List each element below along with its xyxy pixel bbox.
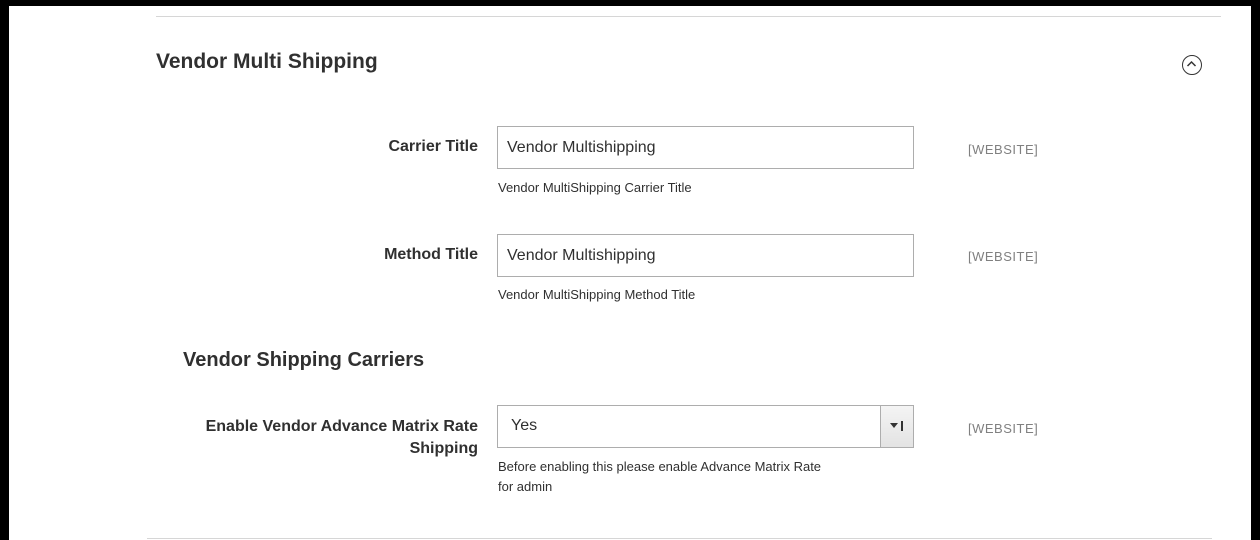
dropdown-arrow-icon[interactable] <box>880 406 913 447</box>
top-divider <box>156 16 1221 17</box>
carrier-title-input[interactable] <box>497 126 914 169</box>
method-title-scope: [WEBSITE] <box>968 249 1039 264</box>
advance-matrix-label: Enable Vendor Advance Matrix Rate Shippi… <box>206 416 478 460</box>
bottom-divider <box>147 538 1212 539</box>
advance-matrix-label-line1: Enable Vendor Advance Matrix Rate <box>205 418 478 435</box>
method-title-input[interactable] <box>497 234 914 277</box>
section-title[interactable]: Vendor Multi Shipping <box>156 50 378 74</box>
advance-matrix-select[interactable]: Yes <box>497 405 914 448</box>
advance-matrix-selected-value: Yes <box>511 417 538 434</box>
carrier-title-scope: [WEBSITE] <box>968 142 1039 157</box>
method-title-label: Method Title <box>384 246 478 263</box>
group-title: Vendor Shipping Carriers <box>183 349 425 371</box>
advance-matrix-note: Before enabling this please enable Advan… <box>498 457 821 497</box>
advance-matrix-scope: [WEBSITE] <box>968 421 1039 436</box>
advance-matrix-label-line2: Shipping <box>409 440 478 457</box>
advance-matrix-note-line1: Before enabling this please enable Advan… <box>498 459 822 474</box>
carrier-title-label: Carrier Title <box>388 138 478 155</box>
advance-matrix-note-line2: for admin <box>498 479 553 494</box>
method-title-note: Vendor MultiShipping Method Title <box>498 287 696 302</box>
chevron-up-circle-icon[interactable] <box>1182 55 1202 75</box>
carrier-title-note: Vendor MultiShipping Carrier Title <box>498 180 692 195</box>
